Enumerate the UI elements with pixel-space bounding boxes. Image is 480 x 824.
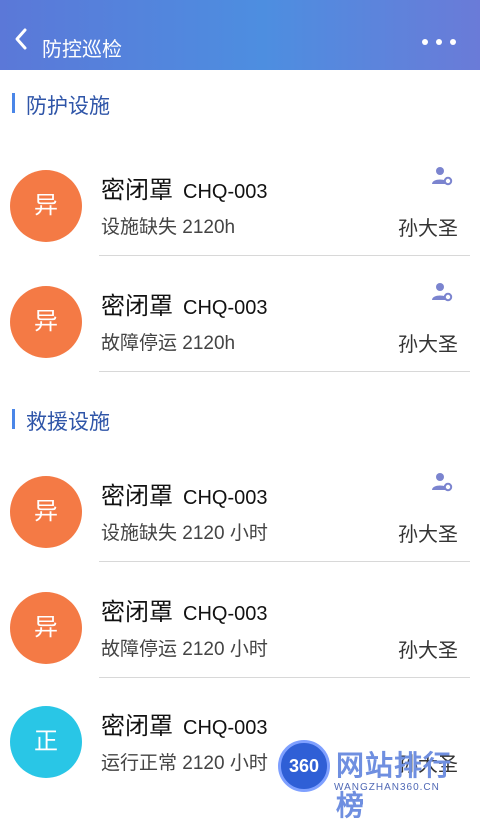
section-title-protection: 防护设施 (12, 90, 110, 118)
section-title-rescue: 救援设施 (12, 406, 110, 434)
user-settings-icon[interactable] (430, 164, 454, 188)
item-name: 密闭罩 (101, 599, 173, 626)
item-name: 密闭罩 (101, 713, 173, 740)
user-settings-icon[interactable] (430, 470, 454, 494)
list-item[interactable]: 异 密闭罩 CHQ-003 故障停运 2120 小时 孙大圣 (0, 562, 480, 678)
item-person: 孙大圣 (398, 524, 458, 546)
item-name-line: 密闭罩 CHQ-003 (101, 286, 267, 321)
item-person: 孙大圣 (398, 218, 458, 240)
item-code: CHQ-003 (183, 297, 268, 319)
item-person: 孙大圣 (398, 640, 458, 662)
item-code: CHQ-003 (183, 181, 268, 203)
watermark-logo: 360 网站排行榜 WANGZHAN360.CN (272, 736, 480, 821)
page-title: 防控巡检 (42, 39, 122, 61)
item-person: 孙大圣 (398, 334, 458, 356)
status-badge: 异 (10, 170, 82, 242)
item-status: 故障停运 2120 小时 (101, 639, 268, 660)
item-status: 运行正常 2120 小时 (101, 753, 268, 774)
item-name-line: 密闭罩 CHQ-003 (101, 170, 267, 205)
more-horizontal-icon[interactable] (422, 34, 458, 46)
item-code: CHQ-003 (183, 603, 268, 625)
list-item[interactable]: 异 密闭罩 CHQ-003 设施缺失 2120h 孙大圣 (0, 140, 480, 256)
item-status: 故障停运 2120h (101, 333, 236, 354)
item-status: 设施缺失 2120 小时 (101, 523, 268, 544)
item-code: CHQ-003 (183, 717, 268, 739)
item-name-line: 密闭罩 CHQ-003 (101, 592, 267, 627)
item-status: 设施缺失 2120h (101, 217, 236, 238)
user-settings-icon[interactable] (430, 280, 454, 304)
watermark-badge: 360 (278, 740, 330, 792)
app-header: 防控巡检 (0, 0, 480, 70)
status-badge: 异 (10, 592, 82, 664)
item-name-line: 密闭罩 CHQ-003 (101, 476, 267, 511)
item-name: 密闭罩 (101, 293, 173, 320)
divider (99, 371, 470, 372)
item-name: 密闭罩 (101, 177, 173, 204)
list-item[interactable]: 异 密闭罩 CHQ-003 设施缺失 2120 小时 孙大圣 (0, 446, 480, 562)
status-badge: 异 (10, 286, 82, 358)
list-item[interactable]: 异 密闭罩 CHQ-003 故障停运 2120h 孙大圣 (0, 256, 480, 372)
item-name-line: 密闭罩 CHQ-003 (101, 706, 267, 741)
status-badge: 正 (10, 706, 82, 778)
chevron-left-icon[interactable] (8, 25, 36, 53)
item-name: 密闭罩 (101, 483, 173, 510)
status-badge: 异 (10, 476, 82, 548)
watermark-subtitle: WANGZHAN360.CN (334, 782, 440, 793)
item-code: CHQ-003 (183, 487, 268, 509)
